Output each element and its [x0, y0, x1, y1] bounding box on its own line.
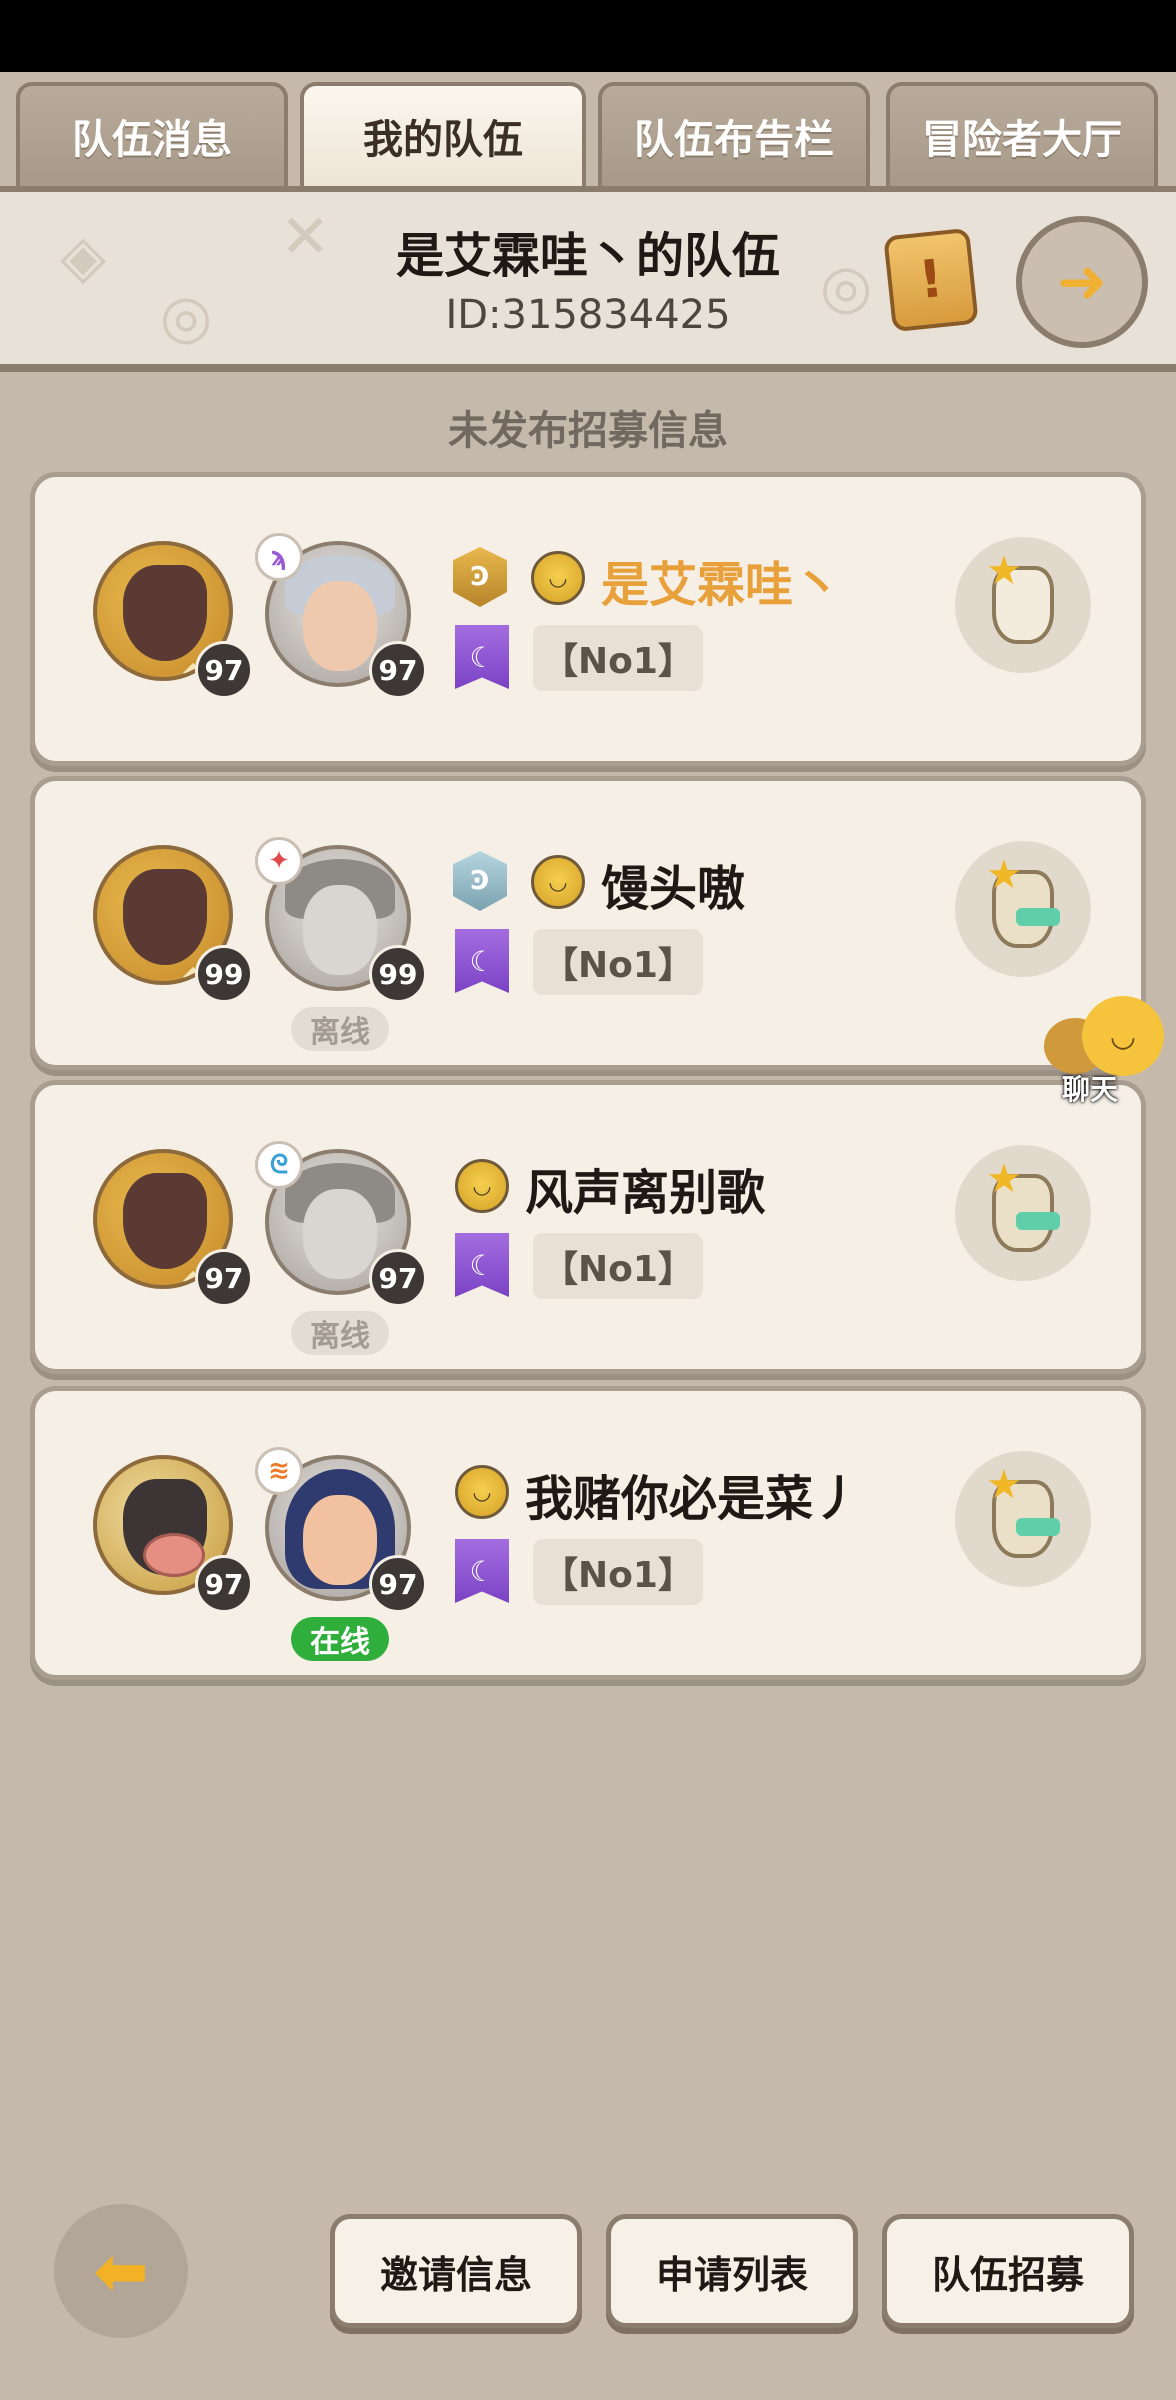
player-level: 97 — [369, 1555, 427, 1613]
member-action-button[interactable]: ★ — [955, 537, 1091, 673]
transfer-leader-button[interactable]: ★ — [955, 1451, 1091, 1587]
element-icon: ✦ — [255, 837, 303, 885]
player-level: 99 — [369, 945, 427, 1003]
player-name: 是艾霖哇丶 — [601, 557, 842, 613]
emote-face-icon: ◡ — [531, 551, 585, 605]
chat-label: 聊天 — [1062, 1073, 1119, 1106]
scroll-icon: ! — [916, 248, 946, 312]
hand-swap-icon: ★ — [986, 852, 1060, 948]
pet-level: 99 — [195, 945, 253, 1003]
hand-card-icon: ★ — [986, 548, 1054, 644]
notice-scroll-button[interactable]: ! — [883, 227, 979, 333]
status-bar — [0, 0, 1176, 72]
guild-tag: 【No1】 — [533, 929, 703, 995]
emote-face-icon: ◡ — [531, 855, 585, 909]
member-card: 97 97 ϡ Ͽ ◡ 是艾霖哇丶 ☾ 【No1】 ★ — [30, 472, 1146, 766]
transfer-leader-button[interactable]: ★ — [955, 1145, 1091, 1281]
element-icon: ≋ — [255, 1447, 303, 1495]
pet-level: 97 — [195, 1249, 253, 1307]
tab-team-messages[interactable]: 队伍消息 — [16, 82, 288, 186]
player-name: 我赌你必是菜丿 — [525, 1471, 862, 1527]
tab-my-team[interactable]: 我的队伍 — [300, 82, 586, 186]
apply-list-button[interactable]: 申请列表 — [606, 2214, 858, 2328]
guild-tag: 【No1】 — [533, 1539, 703, 1605]
status-badge: 离线 — [291, 1007, 389, 1051]
player-level: 97 — [369, 641, 427, 699]
guild-banner-icon: ☾ — [455, 1233, 509, 1297]
guild-banner-icon: ☾ — [455, 929, 509, 993]
emote-face-icon: ◡ — [455, 1465, 509, 1519]
team-name: 是艾霖哇丶的队伍 — [395, 228, 780, 284]
tab-adventurer-hall[interactable]: 冒险者大厅 — [886, 82, 1158, 186]
hand-swap-icon: ★ — [986, 1156, 1060, 1252]
exit-arrow-icon: ➜ — [1056, 247, 1108, 317]
back-button[interactable]: ⬅ — [54, 2204, 188, 2338]
member-card: 97 97 ᘓ 离线 ◡ 风声离别歌 ☾ 【No1】 ★ — [30, 1080, 1146, 1374]
chat-button[interactable]: ◡ 聊天 — [1040, 996, 1176, 1106]
guild-tag: 【No1】 — [533, 1233, 703, 1299]
member-card: 99 99 ✦ 离线 Ͽ ◡ 馒头嗷 ☾ 【No1】 ★ — [30, 776, 1146, 1070]
back-arrow-icon: ⬅ — [93, 2232, 149, 2310]
leave-team-button[interactable]: ➜ — [1016, 216, 1148, 348]
team-recruit-button[interactable]: 队伍招募 — [882, 2214, 1134, 2328]
player-level: 97 — [369, 1249, 427, 1307]
emote-face-icon: ◡ — [455, 1159, 509, 1213]
recruit-status: 未发布招募信息 — [448, 408, 728, 454]
status-badge: 在线 — [291, 1617, 389, 1661]
pet-level: 97 — [195, 641, 253, 699]
element-icon: ᘓ — [255, 1141, 303, 1189]
element-icon: ϡ — [255, 533, 303, 581]
guild-banner-icon: ☾ — [455, 625, 509, 689]
member-card: 97 97 ≋ 在线 ◡ 我赌你必是菜丿 ☾ 【No1】 ★ — [30, 1386, 1146, 1680]
transfer-leader-button[interactable]: ★ — [955, 841, 1091, 977]
hand-swap-icon: ★ — [986, 1462, 1060, 1558]
rank-badge-icon: Ͽ — [453, 851, 507, 911]
guild-banner-icon: ☾ — [455, 1539, 509, 1603]
rank-badge-icon: Ͽ — [453, 547, 507, 607]
guild-tag: 【No1】 — [533, 625, 703, 691]
status-badge: 离线 — [291, 1311, 389, 1355]
tab-team-bulletin[interactable]: 队伍布告栏 — [598, 82, 870, 186]
team-header: ◈ ◎ ✕ ◎ 是艾霖哇丶的队伍 ID:315834425 ! ➜ — [0, 186, 1176, 372]
chat-face-icon: ◡ — [1082, 996, 1164, 1076]
pet-level: 97 — [195, 1555, 253, 1613]
player-name: 馒头嗷 — [601, 861, 746, 917]
invite-info-button[interactable]: 邀请信息 — [330, 2214, 582, 2328]
team-id: ID:315834425 — [445, 292, 731, 338]
player-name: 风声离别歌 — [525, 1165, 766, 1221]
tab-bar: 队伍消息 我的队伍 队伍布告栏 冒险者大厅 — [0, 72, 1176, 186]
